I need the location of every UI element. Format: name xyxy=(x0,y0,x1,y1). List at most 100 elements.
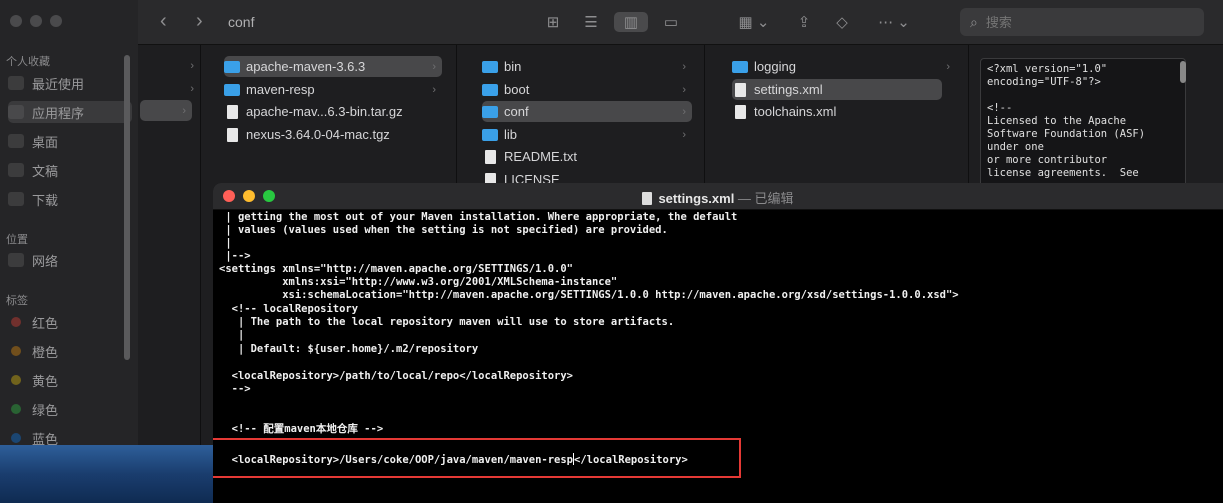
sidebar-item-desktop[interactable]: 桌面 xyxy=(8,130,132,152)
sidebar-scrollbar[interactable] xyxy=(124,55,130,360)
code-line: xsi:schemaLocation="http://maven.apache.… xyxy=(219,289,959,301)
group-icon[interactable]: ▦ ⌄ xyxy=(734,12,774,32)
document-icon xyxy=(642,192,653,205)
clock-icon xyxy=(8,76,24,90)
file-icon xyxy=(735,104,746,119)
sidebar-item-applications[interactable]: 应用程序 xyxy=(8,101,132,123)
tag-dot-icon xyxy=(11,317,21,327)
chevron-right-icon: › xyxy=(682,60,686,73)
list-item[interactable]: toolchains.xml xyxy=(732,101,942,122)
code-line: | xyxy=(219,329,245,341)
folder-icon xyxy=(482,128,498,141)
list-item[interactable]: bin › xyxy=(482,56,692,77)
chevron-right-icon: › xyxy=(432,60,436,73)
file-icon xyxy=(485,149,496,164)
share-icon[interactable]: ⇪ xyxy=(793,12,815,32)
finder-sidebar: 个人收藏 最近使用 应用程序 桌面 文稿 下载 位置 网络 标签 红色 橙色 黄… xyxy=(0,0,138,503)
desktop-icon xyxy=(8,134,24,148)
code-line: | The path to the local repository maven… xyxy=(219,316,675,328)
folder-icon xyxy=(732,60,748,73)
sidebar-item-recents[interactable]: 最近使用 xyxy=(8,72,132,94)
download-icon xyxy=(8,192,24,206)
tag-dot-icon xyxy=(11,346,21,356)
highlight-annotation-box xyxy=(213,438,741,478)
search-icon: ⌕ xyxy=(970,13,978,30)
list-item[interactable]: README.txt xyxy=(482,146,692,167)
folder-icon xyxy=(224,83,240,96)
list-item[interactable]: › xyxy=(140,100,192,121)
code-line: |--> xyxy=(219,250,251,262)
search-input[interactable] xyxy=(983,13,1188,31)
list-item[interactable]: conf › xyxy=(482,101,692,122)
tag-dot-icon xyxy=(11,404,21,414)
sidebar-tag-yellow[interactable]: 黄色 xyxy=(8,369,132,391)
forward-button[interactable]: › xyxy=(196,10,203,33)
editor-titlebar: settings.xml — 已编辑 xyxy=(213,183,1223,210)
list-view-icon[interactable]: ☰ xyxy=(580,12,602,32)
back-button[interactable]: ‹ xyxy=(160,10,167,33)
apps-icon xyxy=(8,105,24,119)
finder-toolbar: ‹ › conf ⊞ ☰ ▥ ▭ ▦ ⌄ ⇪ ◇ ⋯ ⌄ ⌕ xyxy=(138,0,1223,45)
list-item[interactable]: nexus-3.64.0-04-mac.tgz xyxy=(224,124,442,145)
preview-scrollbar[interactable] xyxy=(1180,61,1186,83)
list-item[interactable]: apache-maven-3.6.3 › xyxy=(224,56,442,77)
chevron-right-icon: › xyxy=(682,128,686,141)
gallery-view-icon[interactable]: ▭ xyxy=(658,12,684,32)
sidebar-section-tags: 标签 xyxy=(6,295,28,307)
sidebar-section-favorites: 个人收藏 xyxy=(6,56,50,68)
file-icon xyxy=(227,104,238,119)
chevron-right-icon: › xyxy=(182,104,186,117)
chevron-right-icon: › xyxy=(432,83,436,96)
code-line: | Default: ${user.home}/.m2/repository xyxy=(219,343,479,355)
document-icon xyxy=(8,163,24,177)
code-line: <!-- 配置maven本地仓库 --> xyxy=(219,423,384,435)
window-title: conf xyxy=(228,14,255,30)
list-item[interactable]: apache-mav...6.3-bin.tar.gz xyxy=(224,101,442,122)
folder-icon xyxy=(482,105,498,118)
list-item[interactable]: settings.xml xyxy=(732,79,942,100)
list-item[interactable]: lib › xyxy=(482,124,692,145)
code-line: xmlns:xsi="http://www.w3.org/2001/XMLSch… xyxy=(219,276,618,288)
desktop-wallpaper xyxy=(0,445,213,503)
tag-icon[interactable]: ◇ xyxy=(831,12,853,32)
sidebar-item-downloads[interactable]: 下载 xyxy=(8,188,132,210)
close-button[interactable] xyxy=(10,15,22,27)
folder-icon xyxy=(482,60,498,73)
finder-window-controls xyxy=(10,15,62,27)
chevron-right-icon: › xyxy=(682,83,686,96)
editor-title: settings.xml — 已编辑 xyxy=(213,188,1223,207)
textedit-window: settings.xml — 已编辑 | getting the most ou… xyxy=(213,183,1223,503)
list-item[interactable]: boot › xyxy=(482,79,692,100)
code-line: | xyxy=(219,237,232,249)
code-line: | values (values used when the setting i… xyxy=(219,224,668,236)
tag-dot-icon xyxy=(11,375,21,385)
column-view-icon[interactable]: ▥ xyxy=(614,12,648,32)
file-icon xyxy=(735,82,746,97)
sidebar-item-network[interactable]: 网络 xyxy=(8,249,132,271)
chevron-right-icon: › xyxy=(190,60,194,72)
minimize-button[interactable] xyxy=(30,15,42,27)
chevron-right-icon: › xyxy=(682,105,686,118)
code-line: <settings xmlns="http://maven.apache.org… xyxy=(219,263,574,275)
sidebar-tag-orange[interactable]: 橙色 xyxy=(8,340,132,362)
code-line: --> xyxy=(219,383,251,395)
folder-icon xyxy=(224,60,240,73)
list-item[interactable]: maven-resp › xyxy=(224,79,442,100)
more-actions-icon[interactable]: ⋯ ⌄ xyxy=(874,12,914,32)
tag-dot-icon xyxy=(11,433,21,443)
list-item[interactable]: logging › xyxy=(732,56,956,77)
sidebar-item-documents[interactable]: 文稿 xyxy=(8,159,132,181)
chevron-right-icon: › xyxy=(946,60,950,73)
sidebar-tag-green[interactable]: 绿色 xyxy=(8,398,132,420)
search-field[interactable]: ⌕ xyxy=(960,8,1204,36)
code-line: <!-- localRepository xyxy=(219,303,359,315)
column-0: › › › xyxy=(138,45,201,503)
icon-view-icon[interactable]: ⊞ xyxy=(542,12,564,32)
file-icon xyxy=(227,127,238,142)
code-line: | getting the most out of your Maven ins… xyxy=(219,211,738,223)
zoom-button[interactable] xyxy=(50,15,62,27)
code-line: <localRepository>/path/to/local/repo</lo… xyxy=(219,370,574,382)
sidebar-tag-red[interactable]: 红色 xyxy=(8,311,132,333)
chevron-right-icon: › xyxy=(190,83,194,95)
folder-icon xyxy=(482,83,498,96)
